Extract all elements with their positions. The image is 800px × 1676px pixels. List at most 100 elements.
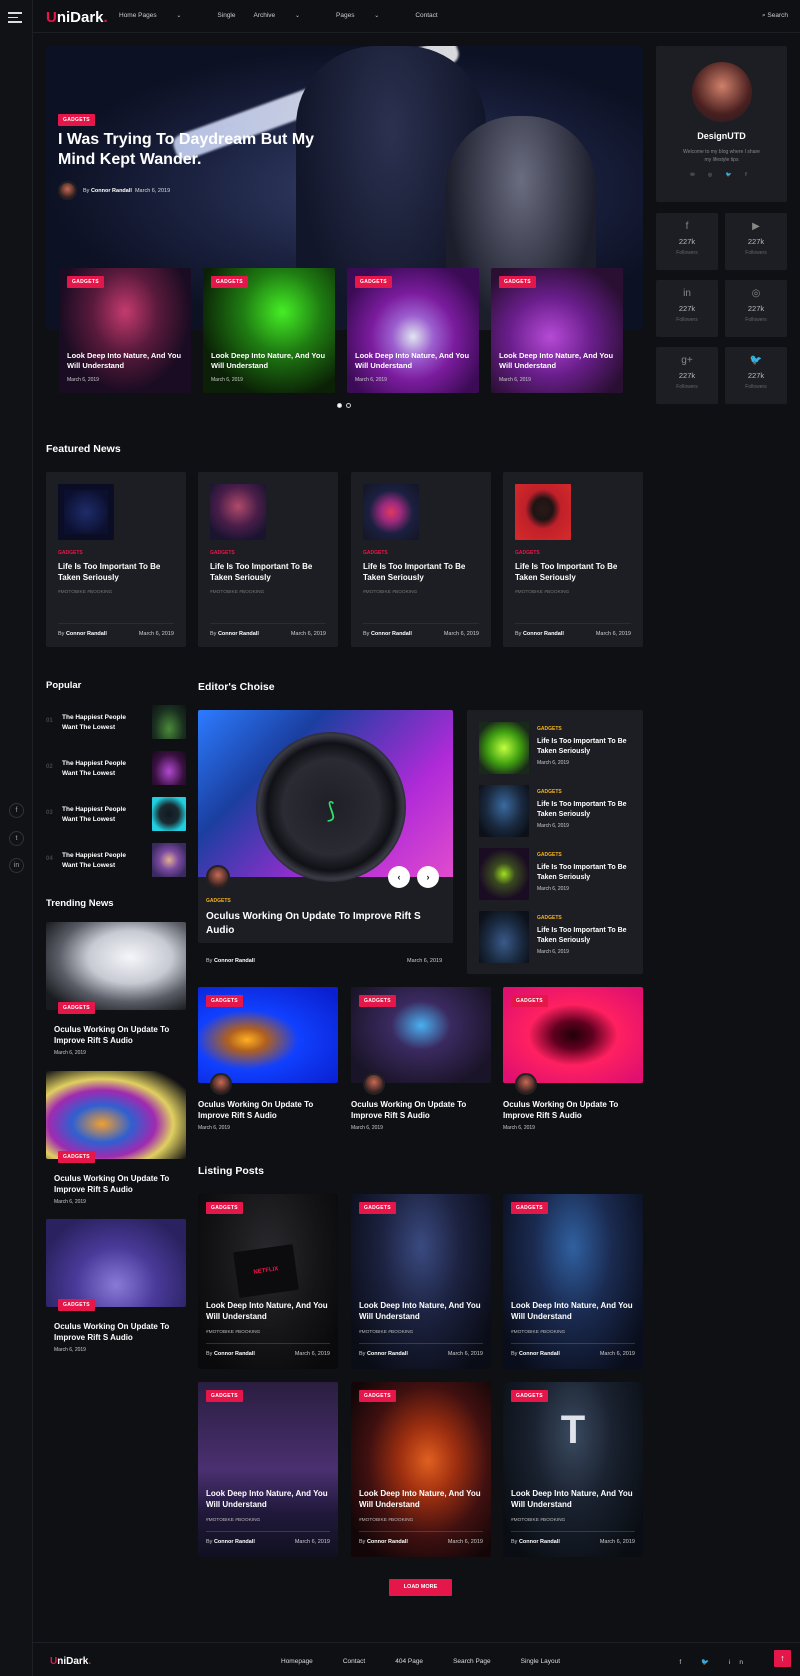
slider-dot[interactable]	[346, 403, 351, 408]
listing-title[interactable]: Look Deep Into Nature, And You Will Unde…	[511, 1488, 636, 1510]
featured-title[interactable]: Life Is Too Important To Be Taken Seriou…	[363, 561, 481, 583]
popular-item-title[interactable]: The Happiest People Want The Lowest	[62, 805, 142, 825]
slide-tag[interactable]: GADGETS	[67, 276, 104, 288]
listing-title[interactable]: Look Deep Into Nature, And You Will Unde…	[206, 1488, 331, 1510]
editor-grid-title[interactable]: Oculus Working On Update To Improve Rift…	[503, 1099, 643, 1121]
stat-google-plus[interactable]: g+ 227k Followers	[656, 347, 718, 404]
listing-tags[interactable]: #MOTOBIKE #BOOKING	[206, 1330, 260, 1335]
slide-title[interactable]: Look Deep Into Nature, And You Will Unde…	[499, 351, 617, 371]
slide-tag[interactable]: GADGETS	[211, 276, 248, 288]
popular-item[interactable]: 02 The Happiest People Want The Lowest	[46, 751, 186, 785]
featured-title[interactable]: Life Is Too Important To Be Taken Seriou…	[58, 561, 176, 583]
listing-title[interactable]: Look Deep Into Nature, And You Will Unde…	[206, 1300, 331, 1322]
editor-list-category[interactable]: GADGETS	[537, 852, 562, 858]
search-button[interactable]: ⌕ Search	[762, 12, 788, 20]
slide-card[interactable]: GADGETS Look Deep Into Nature, And You W…	[491, 268, 623, 393]
profile-social-icons[interactable]: ✉ ◎ 🐦 f	[656, 172, 787, 178]
editor-list-title[interactable]: Life Is Too Important To Be Taken Seriou…	[537, 800, 637, 820]
stat-twitter[interactable]: 🐦 227k Followers	[725, 347, 787, 404]
trending-title[interactable]: Oculus Working On Update To Improve Rift…	[46, 1024, 186, 1046]
popular-item-title[interactable]: The Happiest People Want The Lowest	[62, 759, 142, 779]
featured-card[interactable]: GADGETS Life Is Too Important To Be Take…	[351, 472, 491, 647]
featured-thumbnail[interactable]	[363, 484, 419, 540]
listing-tags[interactable]: #MOTOBIKE #BOOKING	[511, 1518, 565, 1523]
listing-tag[interactable]: GADGETS	[359, 1390, 396, 1402]
editor-list-thumb[interactable]	[479, 848, 529, 900]
editor-list-thumb[interactable]	[479, 911, 529, 963]
footer-link-404[interactable]: 404 Page	[395, 1658, 423, 1665]
stat-instagram[interactable]: ◎ 227k Followers	[725, 280, 787, 337]
editor-list-category[interactable]: GADGETS	[537, 915, 562, 921]
listing-tags[interactable]: #MOTOBIKE #BOOKING	[359, 1330, 413, 1335]
trending-tag[interactable]: GADGETS	[58, 1299, 95, 1311]
featured-tags[interactable]: #MOTOBIKE #BOOKING	[515, 590, 569, 595]
featured-category[interactable]: GADGETS	[363, 550, 388, 556]
author-link[interactable]: Connor Randall	[91, 188, 132, 194]
featured-tags[interactable]: #MOTOBIKE #BOOKING	[210, 590, 264, 595]
popular-item-title[interactable]: The Happiest People Want The Lowest	[62, 713, 142, 733]
footer-link-contact[interactable]: Contact	[343, 1658, 365, 1665]
editor-list-category[interactable]: GADGETS	[537, 789, 562, 795]
footer-link-homepage[interactable]: Homepage	[281, 1658, 313, 1665]
editor-grid-item[interactable]: GADGETS Oculus Working On Update To Impr…	[351, 987, 491, 1131]
stat-facebook[interactable]: f 227k Followers	[656, 213, 718, 270]
editor-grid-image[interactable]: GADGETS	[503, 987, 643, 1095]
nav-pages[interactable]: Pages ⌄	[336, 12, 397, 19]
back-to-top-button[interactable]: ↑	[774, 1650, 791, 1667]
featured-thumbnail[interactable]	[58, 484, 114, 540]
featured-card[interactable]: GADGETS Life Is Too Important To Be Take…	[198, 472, 338, 647]
footer-link-search[interactable]: Search Page	[453, 1658, 491, 1665]
editor-category[interactable]: GADGETS	[206, 898, 231, 904]
popular-item[interactable]: 01 The Happiest People Want The Lowest	[46, 705, 186, 739]
popular-item[interactable]: 03 The Happiest People Want The Lowest	[46, 797, 186, 831]
popular-item-title[interactable]: The Happiest People Want The Lowest	[62, 851, 142, 871]
editor-main-title[interactable]: Oculus Working On Update To Improve Rift…	[206, 910, 436, 938]
trending-title[interactable]: Oculus Working On Update To Improve Rift…	[46, 1321, 186, 1343]
trending-tag[interactable]: GADGETS	[58, 1151, 95, 1163]
popular-thumbnail[interactable]	[152, 705, 186, 739]
editor-grid-item[interactable]: GADGETS Oculus Working On Update To Impr…	[198, 987, 338, 1131]
stat-linkedin[interactable]: in 227k Followers	[656, 280, 718, 337]
editor-grid-title[interactable]: Oculus Working On Update To Improve Rift…	[351, 1099, 491, 1121]
next-arrow-button[interactable]: ›	[417, 866, 439, 888]
slide-title[interactable]: Look Deep Into Nature, And You Will Unde…	[211, 351, 329, 371]
slide-title[interactable]: Look Deep Into Nature, And You Will Unde…	[67, 351, 185, 371]
listing-tags[interactable]: #MOTOBIKE #BOOKING	[206, 1518, 260, 1523]
slider-dot[interactable]	[337, 403, 342, 408]
site-logo[interactable]: UniDark.	[46, 9, 108, 26]
trending-tag[interactable]: GADGETS	[58, 1002, 95, 1014]
hero-title[interactable]: I Was Trying To Daydream But My Mind Kep…	[58, 130, 318, 170]
hero-tag[interactable]: GADGETS	[58, 114, 95, 126]
footer-link-single-layout[interactable]: Single Layout	[521, 1658, 560, 1665]
menu-icon[interactable]	[8, 12, 22, 23]
editor-grid-image[interactable]: GADGETS	[351, 987, 491, 1095]
twitter-icon[interactable]: t	[9, 831, 24, 846]
trending-image[interactable]: GADGETS	[46, 922, 186, 1014]
prev-arrow-button[interactable]: ‹	[388, 866, 410, 888]
editor-list-item[interactable]: GADGETS Life Is Too Important To Be Taken…	[479, 722, 639, 774]
listing-tag[interactable]: GADGETS	[206, 1390, 243, 1402]
slide-card[interactable]: GADGETS Look Deep Into Nature, And You W…	[59, 268, 191, 393]
editor-grid-tag[interactable]: GADGETS	[359, 995, 396, 1007]
listing-tag[interactable]: GADGETS	[511, 1202, 548, 1214]
listing-tag[interactable]: GADGETS	[206, 1202, 243, 1214]
popular-thumbnail[interactable]	[152, 797, 186, 831]
featured-tags[interactable]: #MOTOBIKE #BOOKING	[58, 590, 112, 595]
editor-list-item[interactable]: GADGETS Life Is Too Important To Be Taken…	[479, 848, 639, 900]
featured-category[interactable]: GADGETS	[210, 550, 235, 556]
editor-grid-item[interactable]: GADGETS Oculus Working On Update To Impr…	[503, 987, 643, 1131]
popular-thumbnail[interactable]	[152, 843, 186, 877]
editor-list-thumb[interactable]	[479, 785, 529, 837]
editor-list-title[interactable]: Life Is Too Important To Be Taken Seriou…	[537, 926, 637, 946]
load-more-button[interactable]: LOAD MORE	[389, 1579, 452, 1596]
listing-card[interactable]: GADGETS Look Deep Into Nature, And You W…	[351, 1382, 491, 1557]
footer-logo[interactable]: UniDark.	[50, 1656, 91, 1667]
featured-category[interactable]: GADGETS	[515, 550, 540, 556]
listing-card[interactable]: T GADGETS Look Deep Into Nature, And You…	[503, 1382, 643, 1557]
featured-card[interactable]: GADGETS Life Is Too Important To Be Take…	[503, 472, 643, 647]
editor-list-title[interactable]: Life Is Too Important To Be Taken Seriou…	[537, 863, 637, 883]
editor-grid-tag[interactable]: GADGETS	[206, 995, 243, 1007]
trending-item[interactable]: GADGETS Oculus Working On Update To Impr…	[46, 922, 186, 1056]
editor-list-item[interactable]: GADGETS Life Is Too Important To Be Taken…	[479, 785, 639, 837]
listing-tags[interactable]: #MOTOBIKE #BOOKING	[359, 1518, 413, 1523]
